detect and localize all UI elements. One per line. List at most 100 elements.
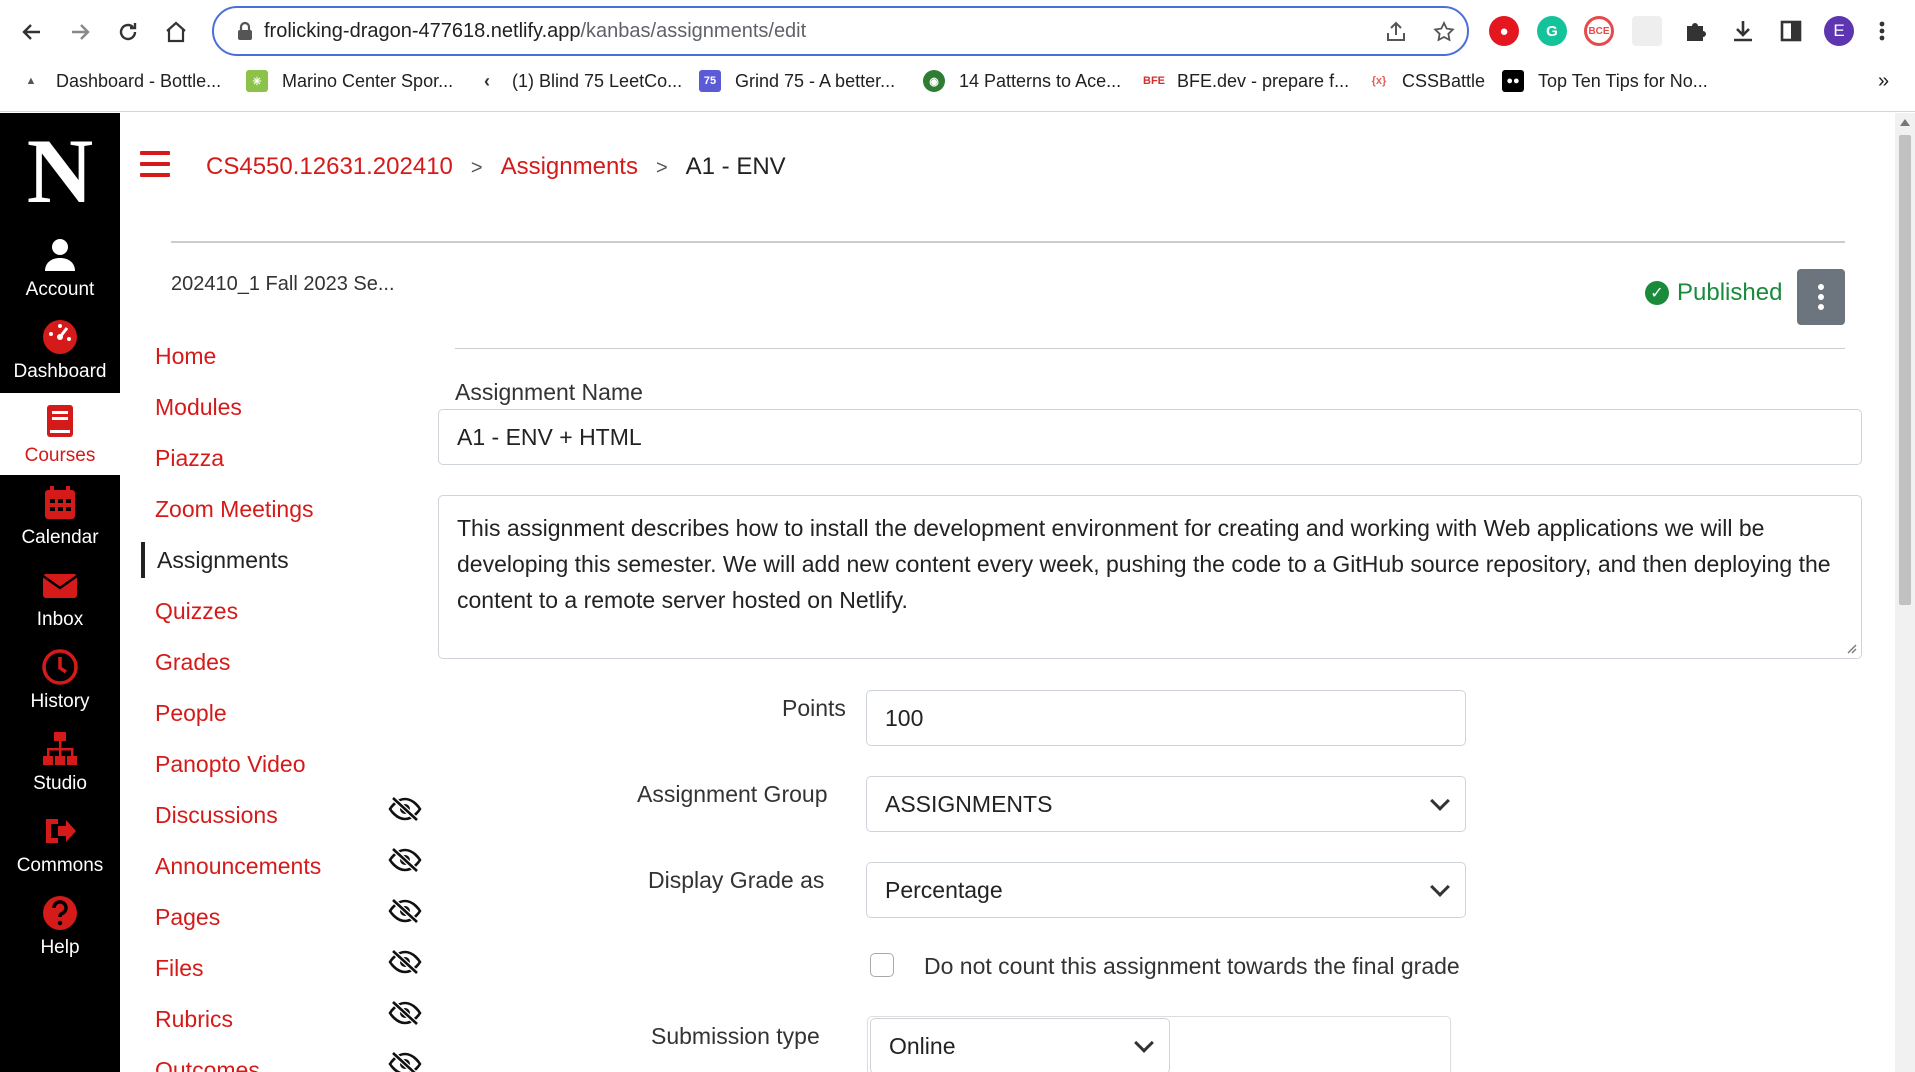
points-label: Points [782, 695, 846, 721]
course-nav-rubrics[interactable]: Rubrics [155, 1006, 233, 1033]
bookmark-label: BFE.dev - prepare f... [1177, 70, 1350, 91]
nav-calendar[interactable]: Calendar [0, 475, 120, 557]
exclude-from-final-grade-label[interactable]: Do not count this assignment towards the… [924, 953, 1460, 980]
nav-label: Account [25, 279, 95, 300]
course-nav-piazza[interactable]: Piazza [155, 445, 224, 472]
display-grade-select[interactable]: Percentage [866, 862, 1466, 918]
grind75-icon: 75 [699, 70, 721, 92]
resize-handle-icon[interactable] [1845, 642, 1857, 654]
share-icon [46, 819, 76, 843]
course-nav-zoom-meetings[interactable]: Zoom Meetings [155, 496, 314, 523]
exclude-from-final-grade-checkbox[interactable] [870, 953, 894, 977]
breadcrumb-current: A1 - ENV [685, 153, 786, 180]
course-nav-announcements[interactable]: Announcements [155, 853, 321, 880]
points-input[interactable]: 100 [866, 690, 1466, 746]
blank-extension-icon[interactable] [1632, 16, 1662, 46]
reload-button[interactable] [110, 14, 146, 50]
scrollbar-thumb[interactable] [1899, 135, 1911, 605]
cssbattle-icon: {x} [1371, 75, 1387, 87]
adblock-extension-icon[interactable]: ● [1489, 16, 1519, 46]
share-page-icon[interactable] [1384, 20, 1408, 44]
colorpick-extension-icon[interactable]: BCE [1584, 16, 1614, 46]
assignment-description-textarea[interactable]: This assignment describes how to install… [438, 495, 1862, 659]
course-nav-modules[interactable]: Modules [155, 394, 242, 421]
check-circle-icon: ✓ [1645, 281, 1669, 305]
course-nav-assignments[interactable]: Assignments [141, 542, 289, 578]
medium-icon: ●● [1502, 70, 1524, 92]
breadcrumb-course[interactable]: CS4550.12631.202410 [206, 153, 453, 180]
nav-commons[interactable]: Commons [0, 803, 120, 885]
profile-avatar[interactable]: E [1824, 16, 1854, 46]
bookmark-item[interactable]: ✳ Marino Center Spor... [246, 70, 453, 92]
download-icon[interactable] [1728, 16, 1758, 46]
calendar-icon [45, 486, 75, 519]
forward-button[interactable] [62, 14, 98, 50]
eye-slash-icon [388, 1000, 422, 1026]
nav-studio[interactable]: Studio [0, 721, 120, 803]
bookmark-label: Top Ten Tips for No... [1538, 70, 1708, 91]
breadcrumb: CS4550.12631.202410 > Assignments > A1 - ENV [206, 153, 786, 181]
nav-help[interactable]: Help [0, 885, 120, 967]
kanbas-app: N Account Dashboard Courses Calendar Inb… [0, 113, 1915, 1072]
assignment-group-select[interactable]: ASSIGNMENTS [866, 776, 1466, 832]
chevron-down-icon [1430, 791, 1450, 811]
dashboard-icon [43, 320, 77, 354]
eye-slash-icon [388, 1051, 422, 1072]
published-status: ✓ Published [1645, 279, 1782, 307]
page-scrollbar[interactable] [1895, 113, 1915, 1072]
grammarly-extension-icon[interactable]: G [1537, 16, 1567, 46]
bookmark-item[interactable]: ●● Top Ten Tips for No... [1502, 70, 1708, 92]
bookmark-item[interactable]: 75 Grind 75 - A better... [699, 70, 895, 92]
side-panel-icon[interactable] [1776, 16, 1806, 46]
course-nav-people[interactable]: People [155, 700, 227, 727]
nav-history[interactable]: History [0, 639, 120, 721]
course-nav-pages[interactable]: Pages [155, 904, 220, 931]
nav-inbox[interactable]: Inbox [0, 557, 120, 639]
assignment-description-value: This assignment describes how to install… [457, 515, 1831, 613]
course-nav-discussions[interactable]: Discussions [155, 802, 278, 829]
display-grade-value: Percentage [885, 876, 1003, 903]
back-button[interactable] [14, 14, 50, 50]
more-bookmarks-button[interactable]: » [1878, 70, 1889, 93]
bookmark-item[interactable]: ‹ (1) Blind 75 LeetCo... [476, 70, 682, 92]
global-navigation: N Account Dashboard Courses Calendar Inb… [0, 113, 120, 1072]
puzzle-extensions-icon[interactable] [1680, 16, 1710, 46]
bookmark-item[interactable]: {x} CSSBattle [1366, 70, 1485, 92]
lock-icon [238, 21, 252, 40]
northeastern-logo[interactable]: N [18, 125, 102, 217]
hamburger-menu-icon[interactable] [140, 151, 170, 177]
nav-label: Dashboard [13, 361, 107, 382]
assignment-group-value: ASSIGNMENTS [885, 790, 1053, 817]
bookmark-item[interactable]: ▲ Dashboard - Bottle... [20, 70, 222, 92]
nav-courses[interactable]: Courses [0, 393, 120, 475]
submission-type-select[interactable]: Online [870, 1018, 1170, 1072]
nav-dashboard[interactable]: Dashboard [0, 309, 120, 391]
course-nav-grades[interactable]: Grades [155, 649, 230, 676]
bfe-icon: BFE [1143, 75, 1165, 87]
breadcrumb-assignments[interactable]: Assignments [501, 153, 638, 180]
bookmark-label: Dashboard - Bottle... [56, 70, 222, 91]
eye-slash-icon [388, 949, 422, 975]
header-divider [171, 241, 1845, 243]
more-options-button[interactable] [1797, 269, 1845, 325]
course-nav-quizzes[interactable]: Quizzes [155, 598, 238, 625]
address-bar[interactable]: frolicking-dragon-477618.netlify.app/kan… [212, 6, 1469, 56]
course-nav-outcomes[interactable]: Outcomes [155, 1057, 260, 1072]
home-icon [166, 21, 186, 43]
browser-menu-icon[interactable] [1872, 16, 1892, 46]
network-icon [43, 732, 77, 765]
nav-label: Courses [24, 445, 96, 466]
course-nav-files[interactable]: Files [155, 955, 204, 982]
nav-account[interactable]: Account [0, 227, 120, 309]
home-button[interactable] [158, 14, 194, 50]
question-icon [43, 896, 77, 930]
url-text[interactable]: frolicking-dragon-477618.netlify.app/kan… [264, 20, 806, 43]
star-icon[interactable] [1432, 20, 1456, 44]
scroll-up-arrow-icon[interactable] [1900, 119, 1910, 126]
assignment-name-label: Assignment Name [455, 379, 643, 405]
assignment-name-input[interactable]: A1 - ENV + HTML [438, 409, 1862, 465]
bookmark-item[interactable]: BFE BFE.dev - prepare f... [1141, 70, 1349, 92]
course-nav-panopto-video[interactable]: Panopto Video [155, 751, 306, 778]
bookmark-item[interactable]: ◉ 14 Patterns to Ace... [923, 70, 1121, 92]
course-nav-home[interactable]: Home [155, 343, 216, 370]
